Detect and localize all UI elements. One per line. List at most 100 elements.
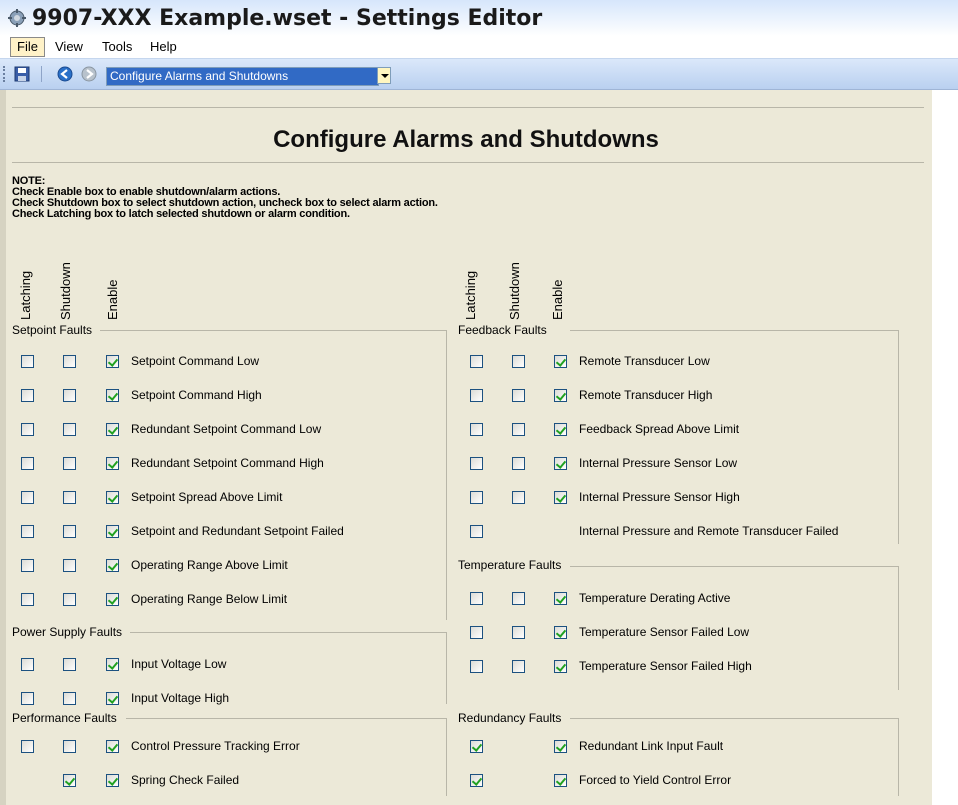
latching-checkbox[interactable] <box>21 559 34 572</box>
latching-checkbox[interactable] <box>470 740 483 753</box>
enable-checkbox[interactable] <box>554 626 567 639</box>
forward-icon[interactable] <box>81 66 97 82</box>
latching-checkbox[interactable] <box>470 491 483 504</box>
column-header-enable: Enable <box>105 279 120 320</box>
shutdown-checkbox[interactable] <box>512 457 525 470</box>
enable-checkbox[interactable] <box>554 389 567 402</box>
shutdown-checkbox[interactable] <box>63 423 76 436</box>
latching-checkbox[interactable] <box>21 692 34 705</box>
enable-checkbox[interactable] <box>106 740 119 753</box>
shutdown-checkbox[interactable] <box>512 592 525 605</box>
latching-checkbox[interactable] <box>21 491 34 504</box>
shutdown-checkbox[interactable] <box>63 559 76 572</box>
enable-checkbox[interactable] <box>106 559 119 572</box>
toolbar-grip[interactable] <box>3 66 8 82</box>
group-frame-setpoint-edge <box>446 330 447 620</box>
enable-checkbox[interactable] <box>554 457 567 470</box>
enable-checkbox[interactable] <box>106 389 119 402</box>
enable-checkbox[interactable] <box>554 740 567 753</box>
enable-checkbox[interactable] <box>554 774 567 787</box>
shutdown-checkbox[interactable] <box>512 491 525 504</box>
menu-help[interactable]: Help <box>144 38 183 56</box>
shutdown-checkbox[interactable] <box>512 626 525 639</box>
latching-checkbox[interactable] <box>21 423 34 436</box>
group-frame-power-edge <box>446 632 447 704</box>
latching-checkbox[interactable] <box>470 457 483 470</box>
menu-view[interactable]: View <box>49 38 89 56</box>
fault-label: Input Voltage High <box>131 691 230 705</box>
latching-checkbox[interactable] <box>470 423 483 436</box>
save-icon[interactable] <box>14 66 30 82</box>
group-label-temperature-faults: Temperature Faults <box>458 558 568 572</box>
fault-label: Operating Range Above Limit <box>131 558 288 572</box>
title-bar: 9907-XXX Example.wset - Settings Editor <box>0 0 958 36</box>
group-frame-feedback <box>570 330 898 331</box>
shutdown-checkbox[interactable] <box>63 774 76 787</box>
enable-checkbox[interactable] <box>106 774 119 787</box>
shutdown-checkbox[interactable] <box>512 389 525 402</box>
shutdown-checkbox[interactable] <box>63 593 76 606</box>
latching-checkbox[interactable] <box>21 457 34 470</box>
shutdown-checkbox[interactable] <box>63 525 76 538</box>
shutdown-checkbox[interactable] <box>63 457 76 470</box>
latching-checkbox[interactable] <box>21 658 34 671</box>
page-heading: Configure Alarms and Shutdowns <box>273 126 659 153</box>
enable-checkbox[interactable] <box>106 658 119 671</box>
group-label-power-supply-faults: Power Supply Faults <box>12 625 129 639</box>
latching-checkbox[interactable] <box>470 525 483 538</box>
enable-checkbox[interactable] <box>554 491 567 504</box>
latching-checkbox[interactable] <box>21 525 34 538</box>
enable-checkbox[interactable] <box>106 525 119 538</box>
latching-checkbox[interactable] <box>470 389 483 402</box>
shutdown-checkbox[interactable] <box>63 491 76 504</box>
fault-label: Temperature Derating Active <box>579 591 731 605</box>
panel-left-edge <box>0 90 6 805</box>
shutdown-checkbox[interactable] <box>63 355 76 368</box>
shutdown-checkbox[interactable] <box>512 660 525 673</box>
latching-checkbox[interactable] <box>21 389 34 402</box>
fault-label: Spring Check Failed <box>131 773 240 787</box>
latching-checkbox[interactable] <box>470 355 483 368</box>
fault-label: Redundant Link Input Fault <box>579 739 724 753</box>
latching-checkbox[interactable] <box>470 626 483 639</box>
shutdown-checkbox[interactable] <box>512 355 525 368</box>
latching-checkbox[interactable] <box>21 593 34 606</box>
back-icon[interactable] <box>57 66 73 82</box>
page-select-dropdown-button[interactable] <box>377 67 391 84</box>
enable-checkbox[interactable] <box>554 423 567 436</box>
enable-checkbox[interactable] <box>106 457 119 470</box>
fault-label: Setpoint and Redundant Setpoint Failed <box>131 524 344 538</box>
enable-checkbox[interactable] <box>106 692 119 705</box>
fault-label: Internal Pressure Sensor High <box>579 490 740 504</box>
group-frame-redundancy <box>570 718 898 719</box>
latching-checkbox[interactable] <box>470 774 483 787</box>
shutdown-checkbox[interactable] <box>63 692 76 705</box>
fault-label: Redundant Setpoint Command High <box>131 456 324 470</box>
latching-checkbox[interactable] <box>470 592 483 605</box>
group-frame-temperature <box>570 566 898 567</box>
shutdown-checkbox[interactable] <box>63 740 76 753</box>
enable-checkbox[interactable] <box>106 593 119 606</box>
column-header-latching: Latching <box>463 270 478 320</box>
enable-checkbox[interactable] <box>554 355 567 368</box>
fault-label: Remote Transducer Low <box>579 354 710 368</box>
window-title: 9907-XXX Example.wset - Settings Editor <box>32 6 543 31</box>
latching-checkbox[interactable] <box>21 740 34 753</box>
fault-label: Temperature Sensor Failed Low <box>579 625 750 639</box>
shutdown-checkbox[interactable] <box>512 423 525 436</box>
shutdown-checkbox[interactable] <box>63 658 76 671</box>
enable-checkbox[interactable] <box>106 423 119 436</box>
enable-checkbox[interactable] <box>106 491 119 504</box>
menu-tools[interactable]: Tools <box>96 38 138 56</box>
enable-checkbox[interactable] <box>554 660 567 673</box>
latching-checkbox[interactable] <box>470 660 483 673</box>
latching-checkbox[interactable] <box>21 355 34 368</box>
shutdown-checkbox[interactable] <box>63 389 76 402</box>
fault-label: Forced to Yield Control Error <box>579 773 732 787</box>
fault-label: Operating Range Below Limit <box>131 592 288 606</box>
enable-checkbox[interactable] <box>554 592 567 605</box>
menu-file[interactable]: File <box>10 37 45 57</box>
column-header-shutdown: Shutdown <box>507 262 522 320</box>
page-select[interactable]: Configure Alarms and Shutdowns <box>106 67 379 86</box>
enable-checkbox[interactable] <box>106 355 119 368</box>
